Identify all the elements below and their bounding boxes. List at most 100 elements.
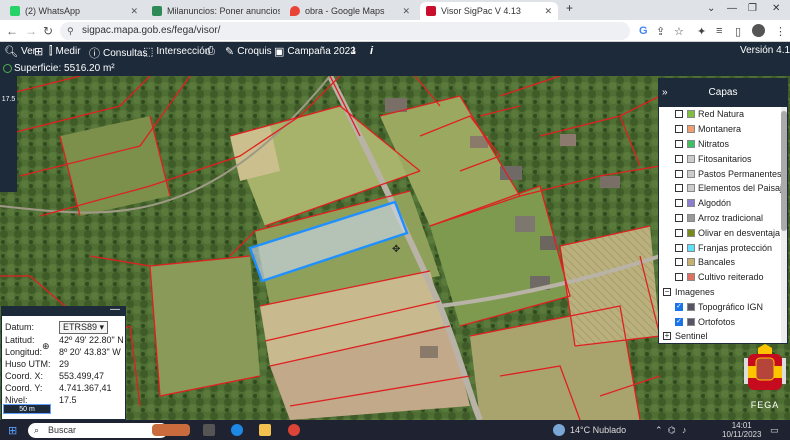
expand-group-icon[interactable]: + bbox=[663, 332, 671, 341]
back-icon[interactable]: ← bbox=[6, 24, 18, 38]
reload-icon[interactable]: ↻ bbox=[43, 24, 53, 38]
layer-item[interactable]: Nitratos bbox=[659, 137, 787, 152]
widget-image-icon[interactable] bbox=[152, 424, 190, 436]
layer-checkbox[interactable] bbox=[675, 213, 683, 222]
notifications-icon[interactable]: ▭ bbox=[770, 425, 779, 436]
file-explorer-icon[interactable] bbox=[259, 424, 271, 436]
layer-checkbox[interactable] bbox=[675, 154, 683, 163]
close-tab-icon[interactable]: ✕ bbox=[126, 6, 138, 17]
minimize-icon[interactable]: — bbox=[727, 3, 737, 14]
locate-button[interactable]: ⊞ bbox=[34, 45, 43, 58]
globe-icon[interactable]: ⊕ bbox=[42, 341, 50, 352]
binoculars-icon: ⊞ bbox=[34, 46, 44, 58]
share-icon[interactable]: ⇪ bbox=[656, 25, 665, 38]
info-button[interactable]: i bbox=[370, 45, 373, 57]
layer-item[interactable]: Cultivo reiterado bbox=[659, 270, 787, 285]
download-button[interactable]: ⤓ bbox=[351, 45, 356, 58]
surface-info-bar: Superficie: 5516.20 m² bbox=[0, 62, 790, 76]
tab-sigpac[interactable]: Visor SigPac V 4.13 ✕ bbox=[420, 2, 558, 20]
layer-label: Pastos Permanentes bbox=[698, 168, 782, 179]
image-layer-checkbox[interactable]: ✓ bbox=[675, 302, 683, 311]
tray-chevron-icon[interactable]: ⌃ bbox=[655, 425, 663, 436]
layer-checkbox[interactable] bbox=[675, 184, 683, 193]
print-button[interactable]: ⎙ bbox=[206, 45, 215, 58]
imagenes-group[interactable]: − Imagenes bbox=[659, 285, 787, 300]
campana-button[interactable]: ▣ Campaña 2023 bbox=[274, 45, 356, 58]
layer-checkbox[interactable] bbox=[675, 228, 683, 237]
layers-scrollbar-thumb[interactable] bbox=[781, 111, 787, 231]
layer-checkbox[interactable] bbox=[675, 243, 683, 252]
nivel-value: 17.5 bbox=[59, 395, 77, 405]
weather-text[interactable]: 14°C Nublado bbox=[570, 425, 626, 435]
layer-item[interactable]: Bancales bbox=[659, 255, 787, 270]
chevron-down-icon[interactable]: ⌄ bbox=[707, 3, 715, 14]
browser-tab-bar: (2) WhatsApp ✕ Milanuncios: Poner anunci… bbox=[0, 0, 790, 20]
image-layer-item[interactable]: ✓ Ortofotos bbox=[659, 314, 787, 329]
layer-item[interactable]: Pastos Permanentes bbox=[659, 166, 787, 181]
layer-checkbox[interactable] bbox=[675, 169, 683, 178]
media-icon[interactable]: ≡ bbox=[716, 25, 722, 37]
windows-start-icon[interactable]: ⊞ bbox=[8, 424, 17, 437]
croquis-button[interactable]: ✎ Croquis bbox=[225, 45, 272, 58]
layer-item[interactable]: Franjas protección bbox=[659, 240, 787, 255]
new-tab-button[interactable]: + bbox=[566, 1, 573, 15]
network-icon[interactable]: ⌬ bbox=[668, 425, 676, 436]
volume-icon[interactable]: ♪ bbox=[682, 425, 687, 435]
tab-google-maps[interactable]: obra - Google Maps ✕ bbox=[284, 2, 416, 20]
medir-button[interactable]: ⫿ Medir bbox=[49, 45, 81, 58]
menu-dots-icon[interactable]: ⋮ bbox=[775, 25, 786, 38]
surface-value: Superficie: 5516.20 m² bbox=[14, 63, 115, 74]
collapse-panel-icon[interactable]: » bbox=[662, 79, 668, 107]
url-field[interactable]: ⚲ sigpac.mapa.gob.es/fega/visor/ bbox=[60, 22, 630, 40]
layer-checkbox[interactable] bbox=[675, 258, 683, 267]
datum-select[interactable]: ETRS89 ▾ bbox=[59, 321, 109, 334]
sentinel-label: Sentinel bbox=[675, 331, 708, 342]
edge-icon[interactable] bbox=[231, 424, 243, 436]
extensions-icon[interactable]: ✦ bbox=[697, 25, 706, 38]
layer-item[interactable]: Arroz tradicional bbox=[659, 211, 787, 226]
consultas-button[interactable]: ⓘ Consultas bbox=[89, 45, 147, 61]
ver-button[interactable]: 🔍︎ Ver bbox=[4, 45, 36, 58]
search-icon: ⌕ bbox=[34, 425, 40, 435]
taskbar-search[interactable]: ⌕ Buscar bbox=[28, 423, 168, 438]
restore-icon[interactable]: ❐ bbox=[748, 3, 757, 14]
latitude-label: Latitud: bbox=[5, 335, 35, 345]
layer-swatch-icon bbox=[687, 228, 695, 237]
chrome-icon[interactable] bbox=[288, 424, 300, 436]
surface-status-icon bbox=[3, 64, 12, 73]
milanuncios-icon bbox=[152, 6, 162, 16]
interseccion-button[interactable]: ⬚ Intersección bbox=[143, 45, 210, 58]
forward-icon[interactable]: → bbox=[25, 24, 37, 38]
layer-checkbox[interactable] bbox=[675, 110, 683, 119]
task-view-icon[interactable] bbox=[203, 424, 215, 436]
tab-milanuncios[interactable]: Milanuncios: Poner anuncios gra ✕ bbox=[146, 2, 280, 20]
image-layer-item[interactable]: ✓ Topográfico IGN bbox=[659, 299, 787, 314]
layer-checkbox[interactable] bbox=[675, 125, 683, 134]
layer-item[interactable]: Red Natura bbox=[659, 107, 787, 122]
sidepanel-icon[interactable]: ▯ bbox=[735, 25, 741, 38]
layers-panel-title: Capas bbox=[708, 87, 738, 98]
image-layer-checkbox[interactable]: ✓ bbox=[675, 317, 683, 326]
site-info-icon[interactable]: ⚲ bbox=[67, 22, 74, 40]
close-window-icon[interactable]: ✕ bbox=[772, 3, 780, 14]
layers-scrollbar[interactable] bbox=[781, 107, 787, 343]
zoom-level-strip[interactable]: 17.5 bbox=[0, 76, 17, 192]
sentinel-group[interactable]: + Sentinel bbox=[659, 329, 787, 344]
layer-checkbox[interactable] bbox=[675, 199, 683, 208]
layer-item[interactable]: Elementos del Paisaje bbox=[659, 181, 787, 196]
close-tab-icon[interactable]: ✕ bbox=[398, 6, 410, 17]
collapse-group-icon[interactable]: − bbox=[663, 287, 671, 296]
tab-whatsapp[interactable]: (2) WhatsApp ✕ bbox=[4, 2, 144, 20]
layer-item[interactable]: Montanera bbox=[659, 122, 787, 137]
layer-item[interactable]: Fitosanitarios bbox=[659, 151, 787, 166]
layer-checkbox[interactable] bbox=[675, 273, 683, 282]
avatar[interactable] bbox=[752, 24, 765, 37]
layer-item[interactable]: Olivar en desventaja bbox=[659, 225, 787, 240]
google-icon[interactable]: G bbox=[639, 25, 648, 37]
layer-checkbox[interactable] bbox=[675, 139, 683, 148]
bookmark-star-icon[interactable]: ☆ bbox=[674, 25, 684, 38]
layer-item[interactable]: Algodón bbox=[659, 196, 787, 211]
close-tab-icon[interactable]: ✕ bbox=[540, 6, 552, 17]
minimize-panel-icon[interactable]: — bbox=[110, 304, 120, 315]
clock[interactable]: 14:01 10/11/2023 bbox=[722, 421, 761, 439]
